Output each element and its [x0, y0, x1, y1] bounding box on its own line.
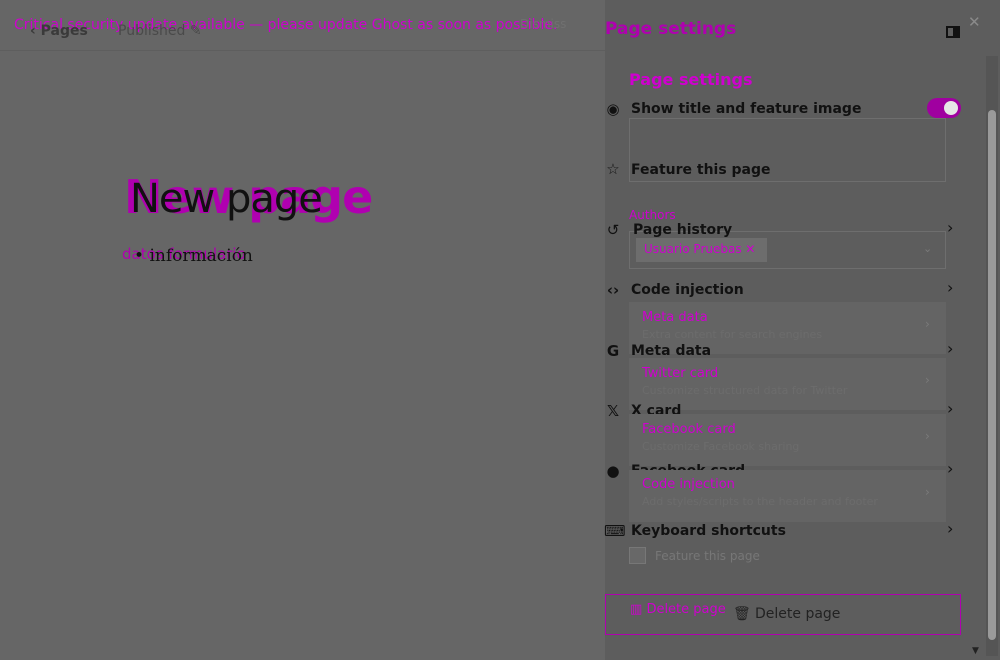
- back-to-pages-link[interactable]: ‹ Pages: [30, 23, 88, 39]
- row-feature-label[interactable]: Feature this page: [631, 162, 771, 178]
- row-show-title-label[interactable]: Show title and feature image: [631, 101, 861, 117]
- scrollbar-thumb[interactable]: [988, 110, 996, 640]
- scroll-down-arrow-icon[interactable]: ▼: [972, 646, 979, 656]
- card-subtitle: Customize Facebook sharing: [642, 440, 800, 453]
- card-title: Twitter card: [642, 366, 719, 381]
- code-icon: ‹›: [606, 281, 620, 299]
- card-title: Code injection: [642, 477, 735, 492]
- post-status[interactable]: Published ✎: [118, 23, 202, 39]
- chevron-right-icon[interactable]: ›: [947, 218, 953, 237]
- history-icon: ↺: [606, 221, 620, 239]
- x-logo-icon: 𝕏: [606, 402, 620, 420]
- card-arrow-icon: ›: [925, 373, 930, 387]
- show-title-toggle[interactable]: [927, 98, 961, 118]
- status-label: Published: [118, 23, 186, 39]
- card-subtitle: Extra content for search engines: [642, 328, 823, 341]
- card-arrow-icon: ›: [925, 485, 930, 499]
- back-label: Pages: [40, 23, 88, 39]
- row-keyboard-shortcuts-label[interactable]: Keyboard shortcuts: [631, 523, 786, 539]
- chevron-down-icon[interactable]: ⌄: [923, 242, 932, 255]
- card-arrow-icon: ›: [925, 317, 930, 331]
- panel-title: Page settings: [605, 19, 737, 39]
- trash-icon: 🗑: [733, 606, 751, 622]
- card-title: Facebook card: [642, 422, 736, 437]
- author-chip-label: Usuario Pruebas ✕: [644, 242, 756, 256]
- chevron-right-icon[interactable]: ›: [947, 519, 953, 538]
- feature-checkbox[interactable]: [629, 547, 646, 564]
- checkbox-label: Feature this page: [655, 549, 760, 563]
- editor-body[interactable]: • información: [134, 246, 253, 266]
- eye-icon: ◉: [606, 100, 620, 118]
- card-arrow-icon: ›: [925, 429, 930, 443]
- section-title: Page settings: [629, 70, 753, 89]
- chevron-right-icon[interactable]: ›: [947, 399, 953, 418]
- google-icon: G: [606, 342, 620, 360]
- editor-area: [0, 0, 605, 660]
- chevron-right-icon[interactable]: ›: [947, 278, 953, 297]
- sidebar-toggle-icon[interactable]: [946, 26, 960, 38]
- barcode-icon: ▥: [630, 602, 643, 617]
- chevron-right-icon[interactable]: ›: [947, 339, 953, 358]
- keyboard-icon: ⌨: [604, 522, 626, 540]
- close-icon[interactable]: ✕: [968, 13, 981, 31]
- row-page-history-label[interactable]: Page history: [633, 222, 732, 238]
- pencil-icon: ✎: [189, 23, 202, 39]
- card-subtitle: Add styles/scripts to the header and foo…: [642, 495, 878, 508]
- row-meta-data-label[interactable]: Meta data: [631, 343, 711, 359]
- delete-ghost-label: ▥ Delete page: [630, 602, 726, 617]
- banner-dismiss-link[interactable]: Dismiss: [520, 17, 566, 31]
- chevron-right-icon[interactable]: ›: [947, 459, 953, 478]
- card-title: Meta data: [642, 310, 708, 325]
- chevron-left-icon: ‹: [30, 23, 41, 39]
- facebook-icon: ●: [606, 462, 620, 480]
- star-icon: ☆: [606, 160, 620, 178]
- delete-label: Delete page: [755, 606, 841, 622]
- body-text: información: [149, 246, 253, 266]
- security-banner[interactable]: Critical security update available — ple…: [14, 17, 557, 33]
- remove-author-icon[interactable]: ✕: [745, 242, 755, 256]
- authors-label: Authors: [629, 208, 676, 222]
- page-title-input[interactable]: New page: [130, 176, 323, 222]
- card-subtitle: Customize structured data for Twitter: [642, 384, 848, 397]
- row-code-injection-label[interactable]: Code injection: [631, 282, 744, 298]
